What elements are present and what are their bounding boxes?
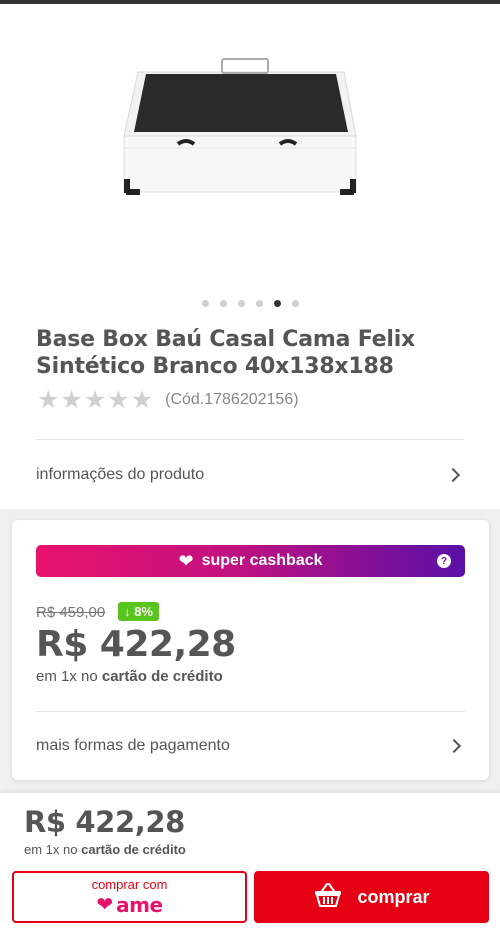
ame-brand-text: ame: [116, 893, 163, 917]
divider: [36, 439, 464, 440]
chevron-right-icon: [446, 738, 462, 754]
installments-method: cartão de crédito: [101, 668, 223, 685]
product-title: Base Box Baú Casal Cama Felix Sintético …: [36, 327, 416, 379]
cashback-label: super cashback: [201, 552, 323, 569]
star-icon: ★: [130, 386, 154, 414]
chevron-right-icon: [445, 467, 461, 483]
heart-diamond-icon: ❤: [178, 550, 194, 571]
current-price: R$ 422,28: [36, 624, 236, 665]
product-info-label: informações do produto: [36, 466, 205, 483]
product-rating[interactable]: ★ ★ ★ ★ ★ (Cód.1786202156): [37, 387, 299, 413]
product-info-link[interactable]: informações do produto: [36, 466, 464, 484]
bottom-installments-info: em 1x no cartão de crédito: [24, 842, 186, 857]
bottom-installments-method: cartão de crédito: [81, 842, 186, 857]
star-icon: ★: [107, 386, 130, 414]
star-icon: ★: [37, 386, 60, 414]
price-card: ❤ super cashback ? R$ 459,00 ↓ 8% R$ 422…: [12, 520, 489, 780]
discount-badge: ↓ 8%: [118, 602, 159, 621]
super-cashback-banner[interactable]: ❤ super cashback ?: [36, 545, 465, 577]
ame-button-label: comprar com: [91, 877, 168, 892]
bottom-purchase-bar: R$ 422,28 em 1x no cartão de crédito com…: [0, 793, 500, 943]
product-code: (Cód.1786202156): [165, 391, 299, 408]
carousel-dot[interactable]: [219, 300, 227, 307]
carousel-dot-active[interactable]: [273, 300, 281, 307]
buy-button[interactable]: comprar: [254, 871, 489, 923]
carousel-dot[interactable]: [237, 300, 245, 307]
help-icon[interactable]: ?: [437, 554, 451, 568]
buy-with-ame-button[interactable]: comprar com ❤ ame: [12, 871, 247, 923]
product-image[interactable]: [100, 44, 380, 214]
divider: [36, 711, 465, 712]
bottom-installments-prefix: em 1x no: [24, 842, 78, 857]
more-payment-options-link[interactable]: mais formas de pagamento: [36, 737, 465, 755]
carousel-dot[interactable]: [291, 300, 299, 307]
ame-logo: ❤ ame: [96, 893, 163, 917]
buy-button-label: comprar: [357, 886, 430, 907]
installments-info: em 1x no cartão de crédito: [36, 668, 223, 685]
more-payment-label: mais formas de pagamento: [36, 737, 230, 754]
image-carousel-dots: [0, 300, 500, 307]
star-icon: ★: [83, 386, 107, 414]
installments-prefix: em 1x no: [36, 668, 98, 685]
product-section: Base Box Baú Casal Cama Felix Sintético …: [0, 4, 500, 509]
carousel-dot[interactable]: [255, 300, 263, 307]
ame-heart-icon: ❤: [96, 894, 114, 916]
bottom-price: R$ 422,28: [24, 805, 185, 839]
rating-stars: ★ ★ ★ ★ ★: [37, 387, 153, 413]
star-icon: ★: [60, 386, 83, 414]
carousel-dot[interactable]: [201, 300, 209, 307]
basket-icon: [313, 882, 343, 913]
old-price: R$ 459,00: [36, 604, 106, 621]
